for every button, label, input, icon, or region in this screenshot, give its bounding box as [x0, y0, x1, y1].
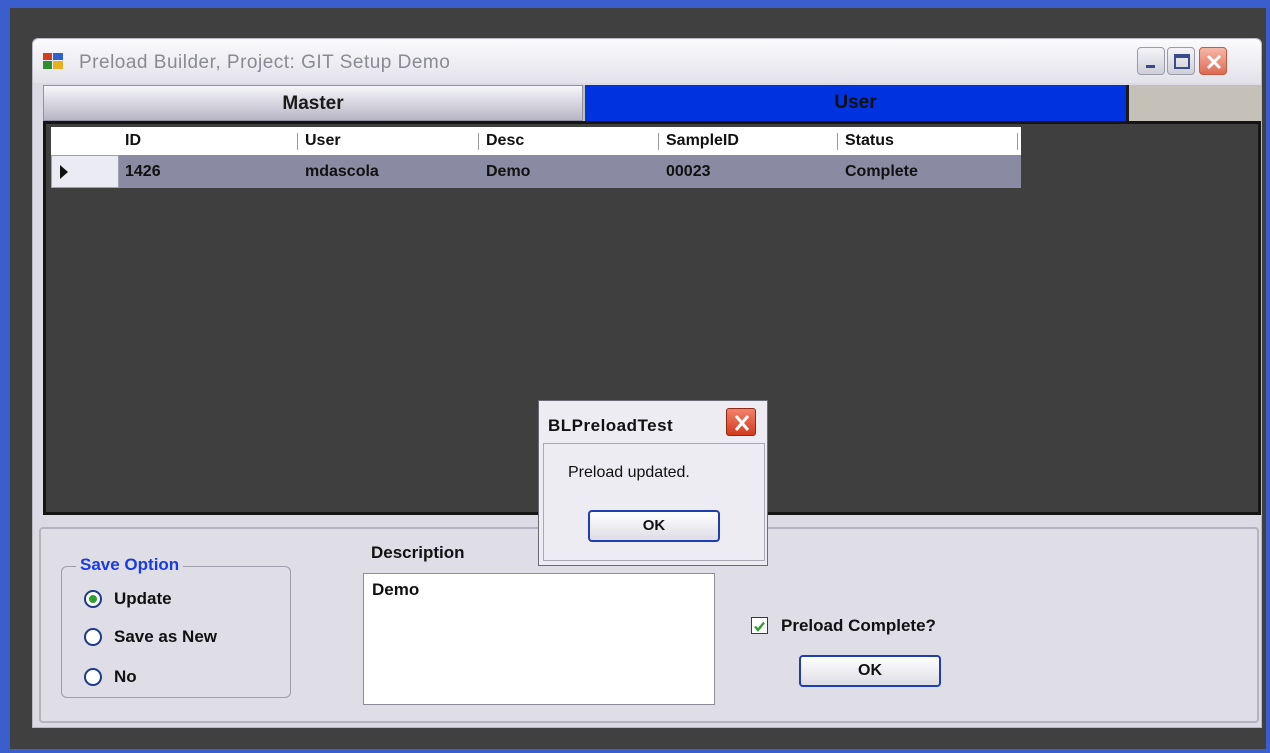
radio-no-label: No	[114, 667, 137, 686]
radio-selected-icon	[84, 590, 102, 608]
column-header-desc[interactable]: Desc	[480, 127, 524, 155]
description-label: Description	[371, 543, 465, 562]
cell-id[interactable]: 1426	[119, 155, 161, 188]
column-header-user[interactable]: User	[299, 127, 341, 155]
tab-strip: Master User	[43, 85, 1261, 121]
checkbox-checked-icon	[751, 617, 768, 634]
close-icon	[1206, 54, 1222, 70]
maximize-icon	[1174, 54, 1190, 69]
save-option-group: Save Option Update Save as New No	[61, 555, 291, 698]
radio-no[interactable]: No	[84, 665, 284, 689]
minimize-icon	[1146, 65, 1155, 68]
cell-desc[interactable]: Demo	[480, 155, 530, 188]
tab-user[interactable]: User	[585, 85, 1129, 121]
message-dialog: BLPreloadTest Preload updated. OK	[538, 400, 768, 566]
dialog-body: Preload updated. OK	[543, 443, 765, 561]
column-header-id[interactable]: ID	[119, 127, 141, 155]
save-option-legend: Save Option	[76, 555, 184, 575]
table-row[interactable]: 1426 mdascola Demo 00023 Complete	[51, 155, 1021, 188]
app-icon	[43, 53, 63, 69]
row-header[interactable]	[51, 155, 119, 188]
column-header-sampleid[interactable]: SampleID	[660, 127, 739, 155]
dialog-ok-button[interactable]: OK	[588, 510, 720, 542]
cell-user[interactable]: mdascola	[299, 155, 379, 188]
window-title: Preload Builder, Project: GIT Setup Demo	[79, 52, 451, 73]
tab-master[interactable]: Master	[43, 85, 583, 121]
preload-complete-label: Preload Complete?	[781, 616, 936, 635]
grid-header: ID User Desc SampleID Status	[51, 127, 1021, 155]
current-row-arrow-icon	[60, 165, 68, 179]
ok-button[interactable]: OK	[799, 655, 941, 687]
preload-builder-window: Preload Builder, Project: GIT Setup Demo…	[32, 38, 1262, 728]
close-button[interactable]	[1199, 47, 1227, 75]
radio-save-as-new[interactable]: Save as New	[84, 625, 284, 649]
radio-update[interactable]: Update	[84, 587, 284, 611]
column-divider	[1017, 133, 1018, 150]
description-textarea[interactable]: Demo	[363, 573, 715, 705]
minimize-button[interactable]	[1137, 47, 1165, 75]
radio-unselected-icon	[84, 668, 102, 686]
dialog-title: BLPreloadTest	[548, 416, 674, 435]
column-divider	[478, 133, 479, 150]
cell-status[interactable]: Complete	[839, 155, 918, 188]
radio-unselected-icon	[84, 628, 102, 646]
radio-save-as-new-label: Save as New	[114, 627, 218, 646]
dialog-close-button[interactable]	[726, 408, 756, 436]
column-divider	[297, 133, 298, 150]
title-bar[interactable]: Preload Builder, Project: GIT Setup Demo	[33, 39, 1261, 83]
preload-complete-checkbox[interactable]: Preload Complete?	[751, 615, 1011, 637]
column-header-status[interactable]: Status	[839, 127, 894, 155]
cell-sampleid[interactable]: 00023	[660, 155, 711, 188]
dialog-message: Preload updated.	[568, 464, 690, 481]
column-divider	[658, 133, 659, 150]
column-divider	[837, 133, 838, 150]
radio-update-label: Update	[114, 589, 172, 608]
maximize-button[interactable]	[1167, 47, 1195, 75]
close-icon	[734, 415, 750, 431]
